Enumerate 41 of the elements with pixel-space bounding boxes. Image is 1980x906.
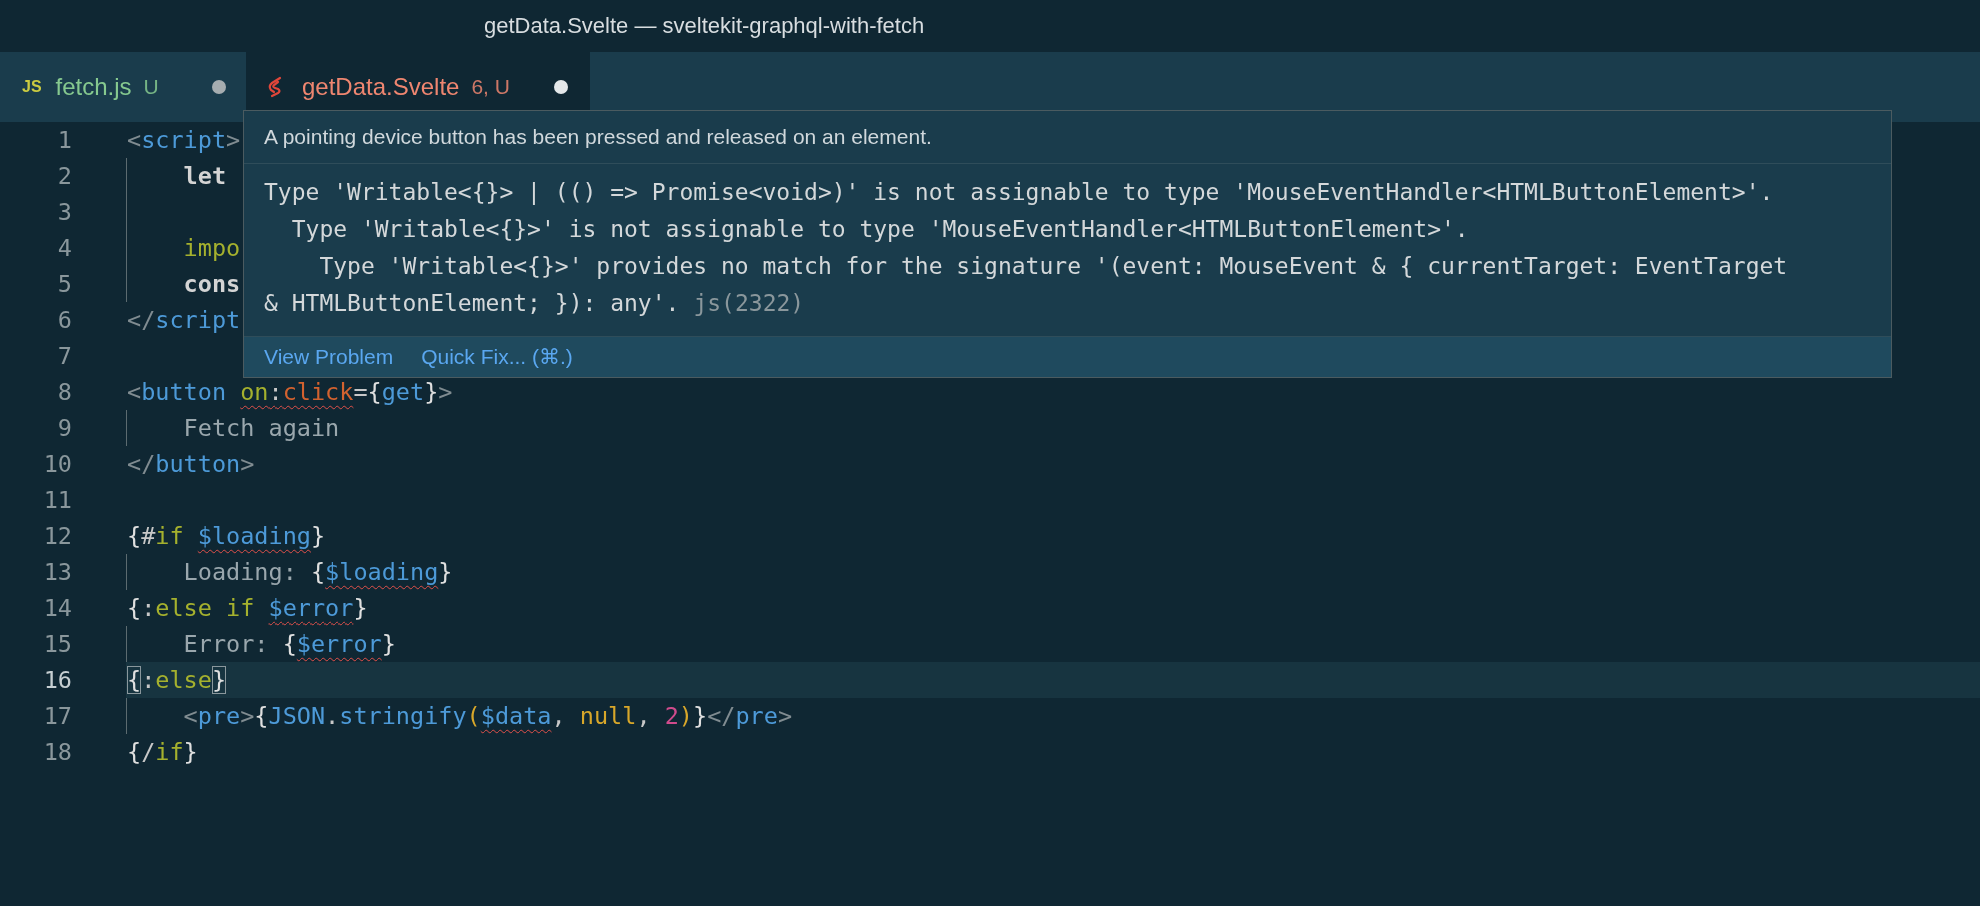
- line-number: 7: [56, 341, 72, 372]
- line-number: 4: [56, 233, 72, 264]
- action-link[interactable]: Quick Fix... (⌘.): [421, 345, 573, 369]
- code-line: {/if}: [126, 737, 198, 768]
- error-message: & HTMLButtonElement; }): any'.: [264, 290, 680, 316]
- line-number: 11: [42, 485, 72, 516]
- code-line: {#if $loading}: [126, 521, 326, 552]
- code-line: <script>: [126, 125, 241, 156]
- code-line: let: [126, 158, 227, 194]
- code-line: Loading: {$loading}: [126, 554, 453, 590]
- line-number: 10: [42, 449, 72, 480]
- line-number: 1: [56, 125, 72, 156]
- line-number: 18: [42, 737, 72, 768]
- line-number: 8: [56, 377, 72, 408]
- error-message: Type 'Writable<{}>' is not assignable to type 'MouseEventHandler<HTMLButtonElement>'.: [290, 216, 1469, 242]
- js-file-icon: JS: [22, 78, 42, 96]
- code-line: impo: [126, 230, 241, 266]
- line-number: 13: [42, 557, 72, 588]
- line-number: 5: [56, 269, 72, 300]
- error-code: js(2322): [693, 290, 805, 316]
- line-number: 12: [42, 521, 72, 552]
- code-line: </button>: [126, 449, 255, 480]
- code-line: </script: [126, 305, 241, 336]
- line-number: 15: [42, 629, 72, 660]
- line-number: 16: [42, 665, 72, 696]
- code-line: Fetch again: [126, 410, 340, 446]
- line-number: 14: [42, 593, 72, 624]
- window-title: getData.Svelte — sveltekit-graphql-with-fetch: [484, 13, 925, 39]
- code-line: <pre>{JSON.stringify($data, null, 2)}</pre>: [126, 698, 793, 734]
- action-link[interactable]: View Problem: [264, 345, 394, 369]
- code-line: {:else if $error}: [126, 593, 368, 624]
- line-number: 3: [56, 197, 72, 228]
- hover-description: A pointing device button has been pressed and released on an element.: [244, 111, 1891, 164]
- line-number: 6: [56, 305, 72, 336]
- code-line: cons: [126, 266, 241, 302]
- line-number: 9: [56, 413, 72, 444]
- line-number: 2: [56, 161, 72, 192]
- error-message: Type 'Writable<{}> | (() => Promise<void>)' is not assignable to type 'MouseEventHandler<HTMLButtonElement>'.: [264, 179, 1774, 205]
- code-line: <button on:click={get}>: [126, 377, 453, 408]
- line-number: 17: [42, 701, 72, 732]
- error-message: Type 'Writable<{}>' provides no match for the signature '(event: MouseEvent & { currentTarget: EventTarget: [318, 253, 1788, 279]
